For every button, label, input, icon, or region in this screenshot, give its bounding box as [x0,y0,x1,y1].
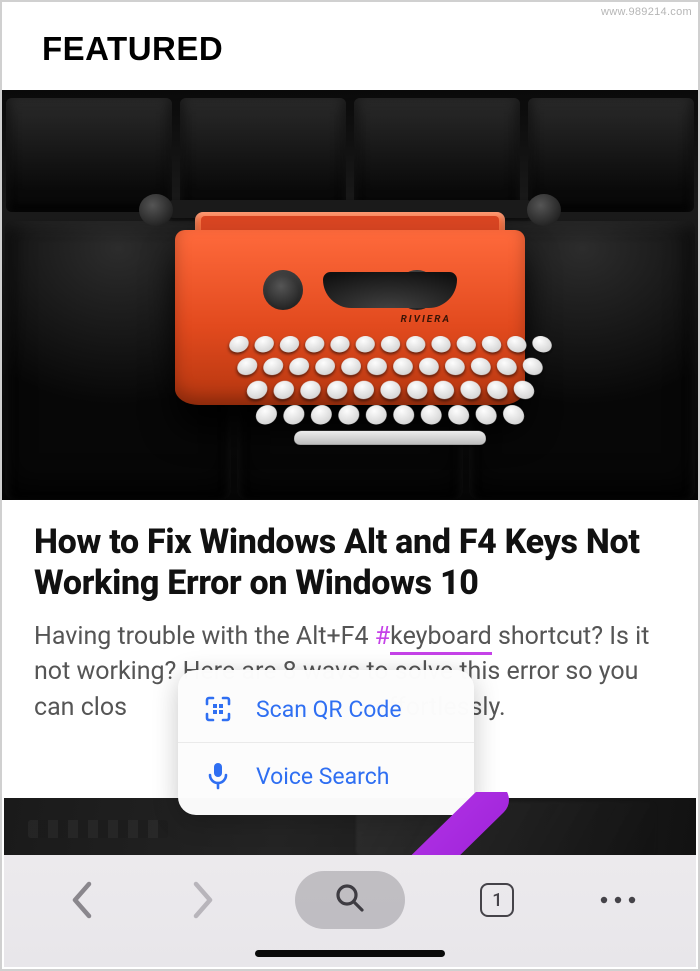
search-button[interactable] [295,871,405,929]
tabs-button[interactable]: 1 [469,872,525,928]
menu-button[interactable] [590,872,646,928]
tabs-count-badge: 1 [480,883,514,917]
home-indicator[interactable] [255,950,445,957]
menu-item-voice-search[interactable]: Voice Search [178,743,474,809]
featured-article-image[interactable]: RIVIERA [2,90,698,500]
typewriter-illustration: RIVIERA [135,230,565,490]
qr-icon [202,693,234,725]
featured-label: FEATURED [42,30,658,68]
back-button[interactable] [54,872,110,928]
forward-button[interactable] [175,872,231,928]
keyword-highlight: keyboard [390,622,492,655]
search-context-menu: Scan QR Code Voice Search [178,670,474,815]
screenshot-frame: www.989214.com FEATURED RIVIERA [0,0,700,971]
browser-toolbar: 1 [4,855,696,967]
hashtag-marker: # [375,622,390,651]
article-title: How to Fix Windows Alt and F4 Keys Not W… [34,522,666,605]
mic-icon [202,760,234,792]
menu-item-scan-qr[interactable]: Scan QR Code [178,676,474,742]
search-icon [334,882,366,918]
menu-item-label: Voice Search [256,763,389,790]
featured-header: FEATURED [2,2,698,90]
watermark-text: www.989214.com [601,6,692,18]
menu-item-label: Scan QR Code [256,696,402,723]
